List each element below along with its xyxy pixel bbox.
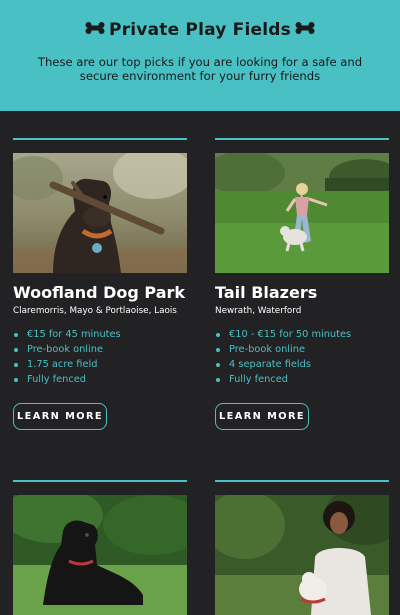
feature-item: Pre-book online	[215, 342, 351, 357]
feature-list: €10 - €15 for 50 minutes Pre-book online…	[215, 327, 351, 387]
park-name: Woofland Dog Park	[13, 283, 186, 302]
feature-item: €15 for 45 minutes	[13, 327, 121, 342]
learn-more-button[interactable]: LEARN MORE	[13, 403, 107, 430]
card-divider	[13, 138, 187, 140]
bone-icon	[85, 21, 105, 35]
feature-item: Fully fenced	[215, 372, 351, 387]
card-divider	[215, 138, 389, 140]
hero-banner: Private Play Fields These are our top pi…	[0, 0, 400, 111]
feature-item: 4 separate fields	[215, 357, 351, 372]
feature-item: Pre-book online	[13, 342, 121, 357]
woman-with-dog-photo	[215, 495, 389, 615]
girl-with-dog-photo	[215, 153, 389, 273]
card-divider	[13, 480, 187, 482]
learn-more-button[interactable]: LEARN MORE	[215, 403, 309, 430]
bone-icon	[295, 21, 315, 35]
page-subtitle: These are our top picks if you are looki…	[37, 55, 363, 83]
feature-list: €15 for 45 minutes Pre-book online 1.75 …	[13, 327, 121, 387]
park-location: Claremorris, Mayo & Portlaoise, Laois	[13, 306, 177, 316]
page-title-text: Private Play Fields	[109, 20, 291, 40]
park-location: Newrath, Waterford	[215, 306, 302, 316]
card-divider	[215, 480, 389, 482]
feature-item: €10 - €15 for 50 minutes	[215, 327, 351, 342]
feature-item: Fully fenced	[13, 372, 121, 387]
page-title: Private Play Fields	[0, 20, 400, 40]
dog-with-stick-photo	[13, 153, 187, 273]
park-name: Tail Blazers	[215, 283, 318, 302]
feature-item: 1.75 acre field	[13, 357, 121, 372]
black-dog-photo	[13, 495, 187, 615]
